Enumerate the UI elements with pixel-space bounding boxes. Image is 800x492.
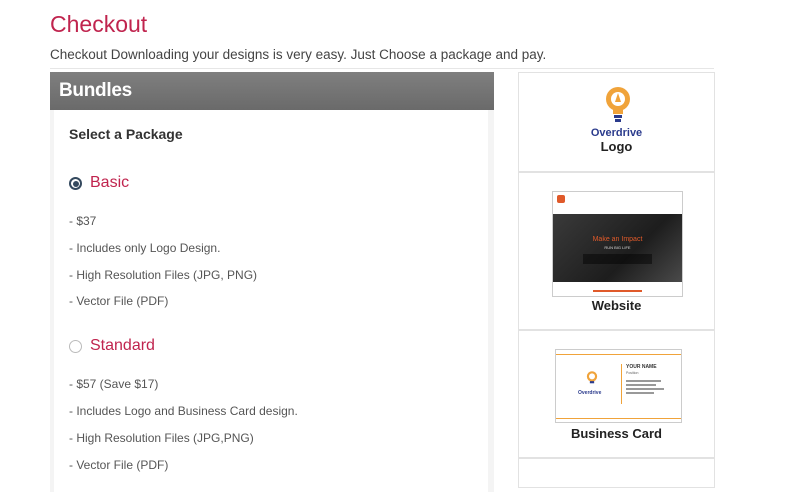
feature-item: - $37 xyxy=(69,214,97,228)
business-card-thumbnail: Overdrive YOUR NAME Position xyxy=(555,349,682,423)
website-hero-text: Make an Impact xyxy=(592,236,643,243)
website-card[interactable]: Make an Impact RUN BIG LIFE Website xyxy=(518,172,715,330)
next-preview-card[interactable] xyxy=(518,458,715,488)
bundles-panel: Bundles Select a Package Basic - $37 - I… xyxy=(50,72,494,492)
page-title: Checkout xyxy=(50,11,148,37)
website-logo-icon xyxy=(557,195,565,203)
website-thumbnail: Make an Impact RUN BIG LIFE xyxy=(552,191,683,297)
bundles-body: Select a Package Basic - $37 - Includes … xyxy=(54,110,488,492)
card-lightbulb-icon xyxy=(586,371,598,384)
card-title-text: Position xyxy=(626,371,639,375)
logo-card[interactable]: Overdrive Logo xyxy=(518,72,715,172)
page-subtitle: Checkout Downloading your designs is ver… xyxy=(50,47,714,69)
website-hero-sub: RUN BIG LIFE xyxy=(604,245,631,250)
select-package-label: Select a Package xyxy=(69,126,183,142)
package-name-basic[interactable]: Basic xyxy=(90,174,129,192)
feature-item: - High Resolution Files (JPG, PNG) xyxy=(69,268,258,282)
feature-item: - Includes Logo and Business Card design… xyxy=(69,404,298,418)
feature-item: - $57 (Save $17) xyxy=(69,377,159,391)
package-standard[interactable]: Standard xyxy=(69,337,155,355)
feature-item: - Vector File (PDF) xyxy=(69,458,169,472)
card-brand-text: Overdrive xyxy=(578,390,602,396)
radio-standard[interactable] xyxy=(69,339,82,353)
lightbulb-logo-icon xyxy=(606,87,630,122)
business-card-label: Business Card xyxy=(570,426,663,441)
feature-item: - Includes only Logo Design. xyxy=(69,241,221,255)
package-name-standard[interactable]: Standard xyxy=(90,337,155,355)
feature-item: - High Resolution Files (JPG,PNG) xyxy=(69,431,254,445)
feature-item: - Vector File (PDF) xyxy=(69,294,169,308)
radio-basic[interactable] xyxy=(69,176,82,190)
package-basic[interactable]: Basic xyxy=(69,174,129,192)
business-card-card[interactable]: Overdrive YOUR NAME Position Business Ca… xyxy=(518,330,715,458)
logo-brand-text: Overdrive xyxy=(590,127,643,139)
website-label: Website xyxy=(591,298,642,313)
logo-label: Logo xyxy=(600,139,633,154)
card-name-text: YOUR NAME xyxy=(626,364,657,370)
bundles-header: Bundles xyxy=(50,72,494,110)
